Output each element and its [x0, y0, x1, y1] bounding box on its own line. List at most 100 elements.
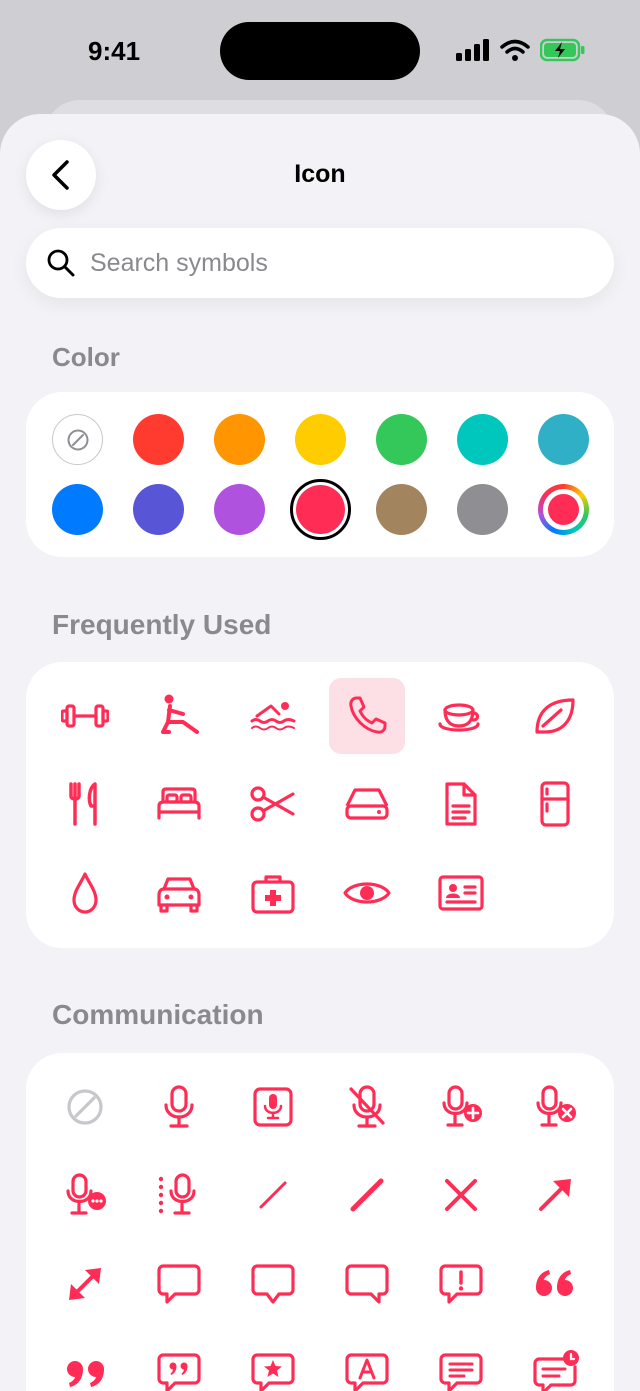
frequent-icons-card — [26, 662, 614, 948]
color-swatch-brown[interactable] — [376, 484, 427, 535]
color-swatch-orange[interactable] — [214, 414, 265, 465]
scissors-icon — [250, 786, 295, 822]
icon-xmark-lines[interactable] — [423, 1157, 499, 1233]
color-swatch-red[interactable] — [133, 414, 184, 465]
icon-mic-square[interactable] — [235, 1069, 311, 1145]
icon-mic[interactable] — [141, 1069, 217, 1145]
color-swatch-blue[interactable] — [52, 484, 103, 535]
fork-knife-icon — [69, 782, 97, 826]
bubble-badge-icon — [533, 1350, 579, 1391]
document-icon — [445, 782, 477, 826]
bubble-right-icon — [345, 1264, 389, 1304]
line-diagonal-bold-icon — [350, 1178, 384, 1212]
dynamic-island — [220, 22, 420, 80]
icon-arrow-up-right[interactable] — [517, 1157, 593, 1233]
drop-icon — [72, 872, 98, 914]
page-title: Icon — [294, 160, 346, 188]
icon-bubble-star[interactable] — [235, 1335, 311, 1391]
mic-waveform-icon — [158, 1173, 196, 1215]
none-icon — [67, 429, 88, 450]
color-swatch-purple[interactable] — [214, 484, 265, 535]
icon-bubble-character[interactable] — [329, 1335, 405, 1391]
color-card — [26, 392, 614, 557]
bubble-star-icon — [251, 1353, 295, 1391]
color-swatch-custom[interactable] — [538, 484, 589, 535]
color-swatch-pink-selected[interactable] — [290, 479, 351, 540]
icon-bubble-quote[interactable] — [141, 1335, 217, 1391]
color-swatch-green[interactable] — [376, 414, 427, 465]
car-icon — [157, 877, 201, 913]
icon-bubble-left[interactable] — [141, 1246, 217, 1322]
icon-quote-open[interactable] — [517, 1246, 593, 1322]
section-label-color: Color — [52, 342, 120, 372]
icon-bubble-text[interactable] — [423, 1335, 499, 1391]
icon-drive[interactable] — [329, 766, 405, 842]
mic-slash-icon — [349, 1085, 385, 1128]
bubble-middle-icon — [251, 1264, 295, 1304]
color-swatch-teal[interactable] — [457, 414, 508, 465]
signal-icon — [456, 39, 489, 61]
icon-mic-xmark[interactable] — [517, 1069, 593, 1145]
refrigerator-icon — [540, 781, 570, 827]
custom-ring-gap — [543, 489, 584, 530]
icon-dumbbell[interactable] — [47, 678, 123, 754]
wifi-icon — [500, 39, 530, 61]
icon-mic-plus[interactable] — [423, 1069, 499, 1145]
icon-phone-selected[interactable] — [329, 678, 405, 754]
color-swatch-gray[interactable] — [457, 484, 508, 535]
color-swatch-none[interactable] — [52, 414, 103, 465]
color-swatch-cyan[interactable] — [538, 414, 589, 465]
icon-none[interactable] — [47, 1069, 123, 1145]
first-aid-kit-icon — [251, 875, 295, 914]
icon-refrigerator[interactable] — [517, 766, 593, 842]
icon-fork-knife[interactable] — [47, 766, 123, 842]
icon-mic-waveform[interactable] — [141, 1157, 217, 1233]
arrow-diagonal-double-icon — [69, 1268, 101, 1300]
icon-mic-slash[interactable] — [329, 1069, 405, 1145]
search-field[interactable]: Search symbols — [26, 228, 614, 298]
section-label-frequently-used: Frequently Used — [52, 609, 272, 640]
battery-icon — [540, 38, 585, 62]
xmark-lines-icon — [445, 1179, 477, 1211]
section-label-communication: Communication — [52, 999, 264, 1030]
arrow-up-right-icon — [539, 1179, 571, 1211]
icon-cup-saucer[interactable] — [423, 678, 499, 754]
icon-bubble-badge[interactable] — [517, 1335, 593, 1391]
color-swatch-yellow[interactable] — [295, 414, 346, 465]
icon-first-aid-kit[interactable] — [235, 855, 311, 931]
color-swatch-indigo[interactable] — [133, 484, 184, 535]
icon-id-card[interactable] — [423, 855, 499, 931]
custom-color-fill — [548, 494, 579, 525]
icon-figure-stretch[interactable] — [141, 678, 217, 754]
icon-figure-swim[interactable] — [235, 678, 311, 754]
icon-eye[interactable] — [329, 855, 405, 931]
icon-quote-close[interactable] — [47, 1335, 123, 1391]
icon-arrow-diagonal-double[interactable] — [47, 1246, 123, 1322]
icon-line-diagonal-bold[interactable] — [329, 1157, 405, 1233]
mic-ellipsis-icon — [66, 1173, 106, 1215]
color-swatch-pink-fill — [296, 485, 345, 534]
drive-icon — [345, 788, 389, 820]
icon-leaf[interactable] — [517, 678, 593, 754]
bubble-quote-icon — [157, 1353, 201, 1391]
icon-line-diagonal[interactable] — [235, 1157, 311, 1233]
icon-bubble-right[interactable] — [329, 1246, 405, 1322]
leaf-icon — [535, 698, 575, 734]
status-bar: 9:41 — [0, 0, 640, 100]
status-time: 9:41 — [88, 36, 141, 66]
phone-icon — [349, 696, 387, 734]
icon-document[interactable] — [423, 766, 499, 842]
status-icons — [456, 38, 586, 62]
quote-open-icon — [536, 1270, 573, 1296]
none-icon — [67, 1089, 103, 1125]
icon-bed[interactable] — [141, 766, 217, 842]
icon-mic-ellipsis[interactable] — [47, 1157, 123, 1233]
bubble-character-icon — [345, 1353, 389, 1391]
icon-car[interactable] — [141, 855, 217, 931]
icon-bubble-middle[interactable] — [235, 1246, 311, 1322]
icon-bubble-exclamation[interactable] — [423, 1246, 499, 1322]
icon-scissors[interactable] — [235, 766, 311, 842]
icon-drop[interactable] — [47, 855, 123, 931]
mic-icon — [164, 1085, 194, 1128]
search-placeholder: Search symbols — [90, 248, 268, 277]
